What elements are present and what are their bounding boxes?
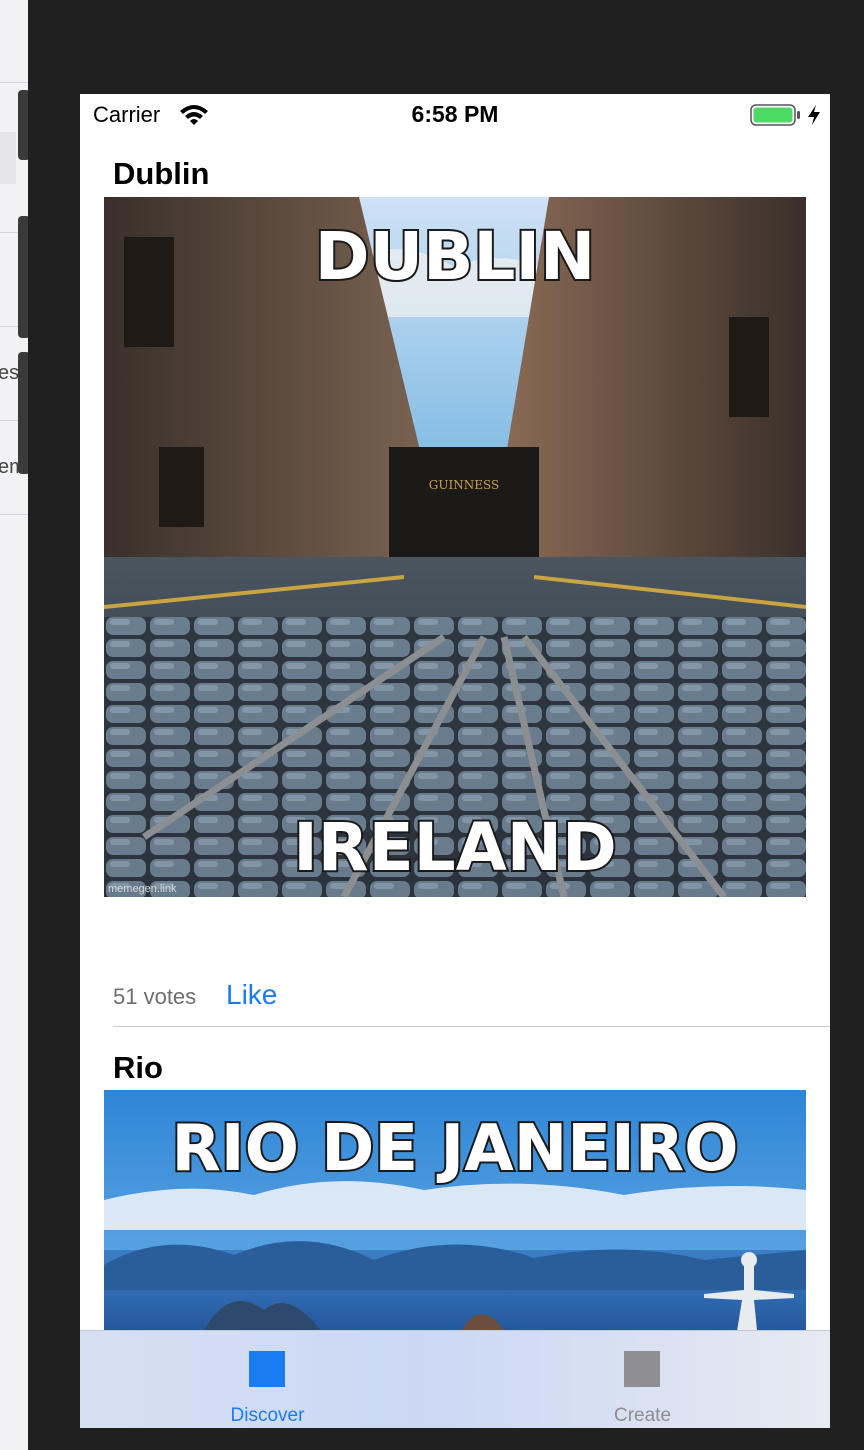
post-title: Dublin (113, 156, 210, 191)
tab-discover[interactable]: Discover (80, 1331, 455, 1428)
post-image-rio: RIO DE JANEIRO (104, 1090, 806, 1350)
tab-label: Discover (230, 1405, 305, 1426)
votes-count: 51 votes (113, 984, 197, 1009)
tab-create[interactable]: Create (455, 1331, 830, 1428)
image-watermark: memegen.link (108, 883, 177, 895)
tab-bar: Discover Create (80, 1330, 830, 1428)
guinness-sign-text: GUINNESS (429, 478, 499, 492)
phone-screen: Carrier 6:58 PM Dublin GUINNESS DUBLIN I… (80, 94, 830, 1428)
tab-label: Create (613, 1405, 672, 1426)
create-tab-icon (624, 1351, 660, 1387)
charging-bolt-icon (808, 105, 820, 125)
status-time: 6:58 PM (411, 101, 499, 127)
like-button[interactable]: Like (226, 979, 277, 1011)
post-image-dublin: GUINNESS DUBLIN IRELAND memegen.link (104, 197, 806, 897)
status-bar: Carrier 6:58 PM (80, 94, 830, 136)
meme-top-caption: DUBLIN (315, 218, 596, 295)
editor-text-fragment: es (0, 362, 20, 384)
post-title: Rio (113, 1050, 163, 1085)
row-separator (113, 1026, 830, 1027)
battery-icon (750, 104, 800, 126)
meme-top-caption: RIO DE JANEIRO (171, 1112, 738, 1186)
meme-bottom-caption: IRELAND (293, 809, 617, 886)
discover-tab-icon (249, 1351, 285, 1387)
editor-chip (0, 132, 16, 184)
